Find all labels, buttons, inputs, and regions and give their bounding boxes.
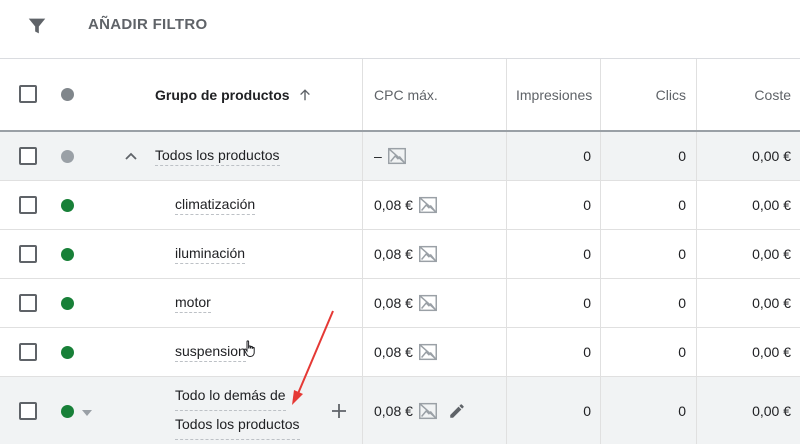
- max-cpc-cell[interactable]: 0,08 €: [363, 181, 506, 229]
- collapse-chevron-icon[interactable]: [123, 148, 139, 164]
- add-filter-button[interactable]: AÑADIR FILTRO: [88, 16, 207, 33]
- table-row: climatización 0,08 € 0 0 0,00 €: [0, 181, 800, 230]
- impressions-cell: 0: [583, 246, 591, 262]
- no-image-icon: [418, 343, 437, 361]
- status-dropdown-icon[interactable]: [81, 407, 93, 419]
- row-checkbox[interactable]: [19, 147, 37, 165]
- select-all-checkbox[interactable]: [19, 85, 37, 103]
- max-cpc-cell[interactable]: 0,08 €: [363, 230, 506, 278]
- no-image-icon: [418, 245, 437, 263]
- clicks-cell: 0: [678, 402, 686, 419]
- product-group-name[interactable]: iluminación: [175, 230, 362, 278]
- header-impressions[interactable]: Impresiones: [507, 59, 600, 130]
- row-checkbox[interactable]: [19, 402, 37, 420]
- max-cpc-cell[interactable]: 0,08 €: [363, 328, 506, 376]
- table-row-everything-else: Todo lo demás de Todos los productos 0,0…: [0, 377, 800, 444]
- hand-cursor-icon: [243, 340, 255, 357]
- no-image-icon: [418, 196, 437, 214]
- status-dot: [61, 405, 74, 418]
- row-checkbox[interactable]: [19, 294, 37, 312]
- no-image-icon: [418, 402, 437, 419]
- clicks-cell: 0: [678, 197, 686, 213]
- clicks-cell: 0: [678, 148, 686, 164]
- row-checkbox[interactable]: [19, 343, 37, 361]
- cost-cell: 0,00 €: [752, 148, 791, 164]
- clicks-cell: 0: [678, 344, 686, 360]
- table-row: iluminación 0,08 € 0 0 0,00 €: [0, 230, 800, 279]
- cost-cell: 0,00 €: [752, 246, 791, 262]
- pencil-edit-icon[interactable]: [448, 402, 466, 420]
- cost-cell: 0,00 €: [752, 197, 791, 213]
- table-row: suspension 0,08 € 0 0 0,00 €: [0, 328, 800, 377]
- row-checkbox[interactable]: [19, 245, 37, 263]
- impressions-cell: 0: [583, 402, 591, 419]
- table-row: motor 0,08 € 0 0 0,00 €: [0, 279, 800, 328]
- max-cpc-cell: –: [363, 132, 506, 180]
- impressions-cell: 0: [583, 344, 591, 360]
- cost-cell: 0,00 €: [752, 295, 791, 311]
- no-image-icon: [418, 294, 437, 312]
- status-dot: [61, 297, 74, 310]
- header-max-cpc[interactable]: CPC máx.: [363, 59, 506, 130]
- no-image-icon: [387, 147, 406, 165]
- product-group-name[interactable]: Todos los productos: [155, 132, 362, 180]
- header-clicks[interactable]: Clics: [601, 59, 696, 130]
- product-groups-table: Grupo de productos CPC máx. Impresiones …: [0, 59, 800, 444]
- impressions-cell: 0: [583, 295, 591, 311]
- status-dot: [61, 346, 74, 359]
- annotation-arrow: [292, 310, 334, 405]
- impressions-cell: 0: [583, 197, 591, 213]
- impressions-cell: 0: [583, 148, 591, 164]
- clicks-cell: 0: [678, 295, 686, 311]
- status-dot: [61, 248, 74, 261]
- header-cost[interactable]: Coste: [697, 59, 800, 130]
- row-checkbox[interactable]: [19, 196, 37, 214]
- sort-arrow-up-icon[interactable]: [298, 88, 312, 102]
- status-header-dot: [61, 88, 74, 101]
- max-cpc-cell[interactable]: 0,08 €: [363, 377, 506, 444]
- filter-bar: AÑADIR FILTRO: [0, 0, 800, 59]
- max-cpc-cell[interactable]: 0,08 €: [363, 279, 506, 327]
- status-dot: [61, 199, 74, 212]
- product-group-name[interactable]: climatización: [175, 181, 362, 229]
- table-row-total: Todos los productos – 0 0 0,00 €: [0, 132, 800, 181]
- cost-cell: 0,00 €: [752, 344, 791, 360]
- cost-cell: 0,00 €: [752, 402, 791, 419]
- status-dot: [61, 150, 74, 163]
- header-product-group-label: Grupo de productos: [155, 86, 290, 103]
- header-product-group[interactable]: Grupo de productos: [155, 59, 362, 130]
- filter-icon[interactable]: [26, 15, 48, 37]
- table-header: Grupo de productos CPC máx. Impresiones …: [0, 59, 800, 132]
- clicks-cell: 0: [678, 246, 686, 262]
